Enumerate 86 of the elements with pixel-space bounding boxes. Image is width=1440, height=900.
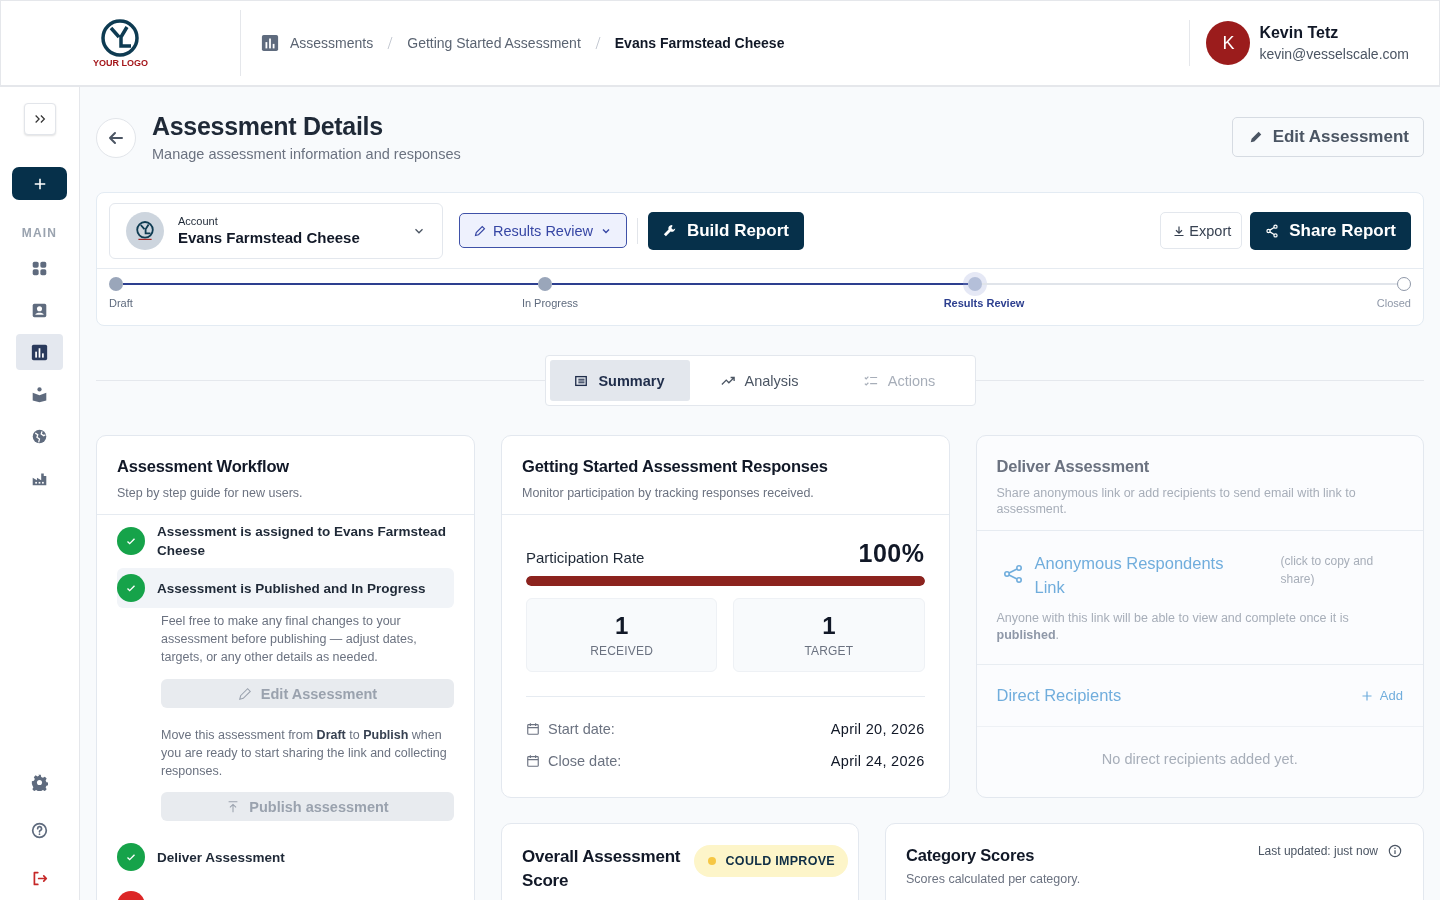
- badge-dot-icon: [707, 857, 716, 865]
- logout-icon[interactable]: [31, 869, 48, 887]
- globe-icon[interactable]: [31, 427, 48, 445]
- help-icon[interactable]: [31, 821, 48, 839]
- bar-chart-icon: [261, 34, 279, 52]
- expand-button[interactable]: [23, 103, 56, 135]
- build-report-button[interactable]: Build Report: [647, 211, 804, 250]
- pencil-icon: [1248, 130, 1263, 144]
- step-title: Deliver Assessment: [157, 848, 285, 867]
- badge-label: COULD IMPROVE: [725, 854, 835, 868]
- stage-label: Results Review: [943, 297, 1025, 309]
- date-label: Close date:: [548, 753, 623, 769]
- stat-label: RECEIVED: [590, 644, 654, 658]
- logo: YOUR LOGO: [93, 18, 148, 68]
- step-header[interactable]: Assessment is Published and In Progress: [117, 568, 454, 608]
- add-button[interactable]: [12, 167, 67, 200]
- stage-label: Closed: [1376, 297, 1411, 309]
- user-name: Kevin Tetz: [1259, 24, 1340, 42]
- stage-label: Draft: [109, 297, 133, 309]
- recipients-title: Direct Recipients: [996, 686, 1122, 705]
- card-title: Assessment Workflow: [117, 457, 290, 476]
- status-dropdown[interactable]: Results Review: [459, 213, 627, 248]
- card-subtitle: Share anonymous link or add recipients to send email with link to assessment.: [996, 485, 1357, 517]
- rate-label: Participation Rate: [526, 549, 645, 568]
- download-icon: [1173, 224, 1186, 237]
- pencil-icon: [474, 224, 486, 237]
- step-title: Assessment is Published and In Progress: [157, 579, 426, 598]
- stat-label: TARGET: [804, 644, 854, 658]
- pencil-icon: [237, 686, 252, 701]
- list-icon: [574, 373, 589, 388]
- step-description: Move this assessment from Draft to Publish when you are ready to start sharing the link and collecting responses.: [161, 727, 448, 780]
- breadcrumb-separator: [594, 36, 601, 50]
- empty-message: No direct recipients added yet.: [1101, 751, 1298, 767]
- breadcrumb-separator: [387, 36, 394, 50]
- link-note: Anyone with this link will be able to view and complete once it is published.: [996, 610, 1350, 644]
- card-subtitle: Scores calculated per category.: [906, 871, 1081, 887]
- page-title: Assessment Details: [152, 112, 384, 141]
- wrench-icon: [662, 223, 677, 238]
- user-avatar[interactable]: K: [1206, 21, 1251, 65]
- account-label: Account: [178, 215, 219, 227]
- bar-chart-icon: [31, 343, 48, 361]
- page-subtitle: Manage assessment information and responses: [152, 146, 462, 162]
- date-value: April 20, 2026: [830, 721, 925, 737]
- account-name: Evans Farmstead Cheese: [178, 229, 361, 246]
- card-subtitle: Step by step guide for new users.: [117, 485, 304, 501]
- breadcrumb-link[interactable]: Getting Started Assessment: [407, 35, 581, 51]
- plus-icon: [1360, 689, 1373, 702]
- date-label: Start date:: [548, 721, 616, 737]
- step-title: Assessment is assigned to Evans Farmstead Cheese: [157, 523, 447, 560]
- calendar-icon: [526, 722, 540, 736]
- card-title: Deliver Assessment: [996, 457, 1151, 476]
- logo-mark-icon: [100, 18, 141, 58]
- user-email: kevin@vesselscale.com: [1259, 46, 1409, 62]
- export-button[interactable]: Export: [1160, 212, 1243, 249]
- stage-label: In Progress: [521, 297, 579, 309]
- share-icon: [1002, 564, 1023, 584]
- breadcrumb-link[interactable]: Evans Farmstead Cheese: [614, 35, 785, 51]
- section-label: MAIN: [21, 226, 58, 240]
- card-subtitle: Monitor participation by tracking responses received.: [522, 485, 815, 501]
- grid-icon[interactable]: [31, 259, 48, 277]
- account-select[interactable]: Account Evans Farmstead Cheese: [109, 202, 443, 259]
- stat-value: 1: [614, 612, 629, 640]
- share-icon: [1265, 223, 1280, 238]
- last-updated: Last updated: just now: [1257, 844, 1378, 858]
- settings-icon[interactable]: [31, 773, 48, 791]
- link-hint: (click to copy and share): [1280, 553, 1375, 588]
- date-value: April 24, 2026: [830, 753, 925, 769]
- logo-mark-icon: [133, 218, 157, 243]
- contact-card-icon[interactable]: [31, 301, 48, 319]
- back-button[interactable]: [96, 118, 136, 158]
- tab[interactable]: Summary: [549, 360, 690, 401]
- rate-value: 100%: [858, 539, 925, 568]
- info-icon[interactable]: [1388, 844, 1402, 858]
- step-description: Feel free to make any final changes to your assessment before publishing — adjust dates, targets, or any other details as needed.: [161, 613, 418, 666]
- tab[interactable]: Analysis: [689, 360, 830, 401]
- edit-assessment-button[interactable]: Edit Assessment: [1231, 117, 1424, 157]
- calendar-icon: [526, 754, 540, 768]
- card-title: Category Scores: [906, 846, 1036, 865]
- card-title: Getting Started Assessment Responses: [522, 457, 829, 476]
- stat-value: 1: [822, 612, 836, 640]
- book-icon[interactable]: [31, 385, 48, 403]
- share-report-button[interactable]: Share Report: [1250, 211, 1411, 250]
- nav-item[interactable]: [16, 334, 63, 370]
- card-title: Overall Assessment Score: [522, 846, 682, 892]
- plus-icon: [32, 176, 47, 191]
- breadcrumb-link[interactable]: Assessments: [290, 35, 374, 51]
